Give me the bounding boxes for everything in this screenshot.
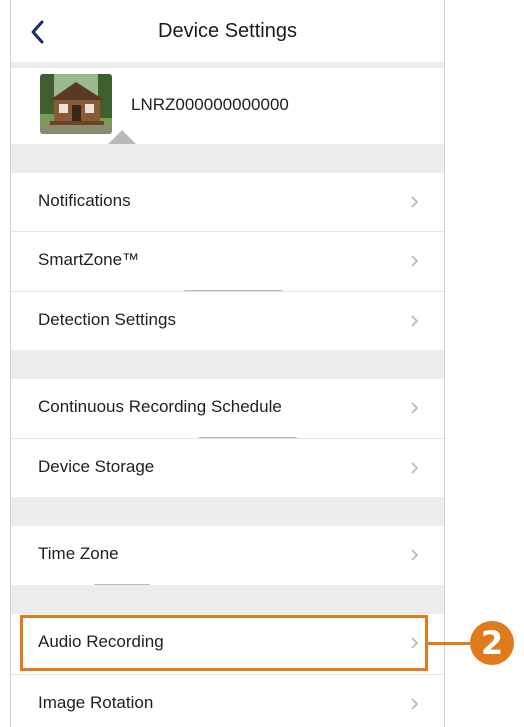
device-item[interactable]: LNRZ000000000000: [11, 68, 444, 613]
menu-item-label: Device Storage: [38, 457, 155, 476]
menu-item-label: Notifications: [38, 191, 131, 210]
section-divider: [11, 144, 444, 173]
menu-item-label: Continuous Recording Schedule: [38, 397, 282, 416]
menu-item-notifications[interactable]: Notifications: [11, 173, 444, 231]
header-bar: Device Settings: [11, 0, 444, 62]
chevron-right-icon: [411, 255, 419, 267]
menu-item-image-rotation[interactable]: Image Rotation: [11, 675, 444, 727]
callout-badge: 2: [470, 621, 514, 665]
page-title: Device Settings: [158, 20, 297, 42]
chevron-right-icon: [411, 549, 419, 561]
menu-item-time-zone[interactable]: Time Zone: [11, 526, 444, 584]
section-divider: [11, 497, 444, 526]
chevron-right-icon: [411, 462, 419, 474]
menu-item-continuous-recording[interactable]: Continuous Recording Schedule: [11, 379, 444, 437]
menu-item-label: Time Zone: [38, 544, 119, 563]
audio-recording-highlight: [20, 615, 428, 671]
menu-item-detection-settings[interactable]: Detection Settings: [11, 292, 444, 350]
menu-item-smartzone[interactable]: SmartZone™: [11, 232, 444, 290]
callout-connector: [428, 642, 470, 645]
menu-item-device-storage[interactable]: Device Storage: [11, 439, 444, 497]
chevron-right-icon: [411, 315, 419, 327]
menu-item-label: SmartZone™: [38, 250, 140, 269]
chevron-right-icon: [411, 402, 419, 414]
chevron-right-icon: [411, 698, 419, 710]
device-name: LNRZ000000000000: [131, 95, 289, 114]
device-thumbnail: [40, 74, 112, 134]
menu-item-label: Image Rotation: [38, 693, 154, 712]
section-divider: [11, 350, 444, 379]
menu-item-label: Detection Settings: [38, 310, 176, 329]
chevron-right-icon: [411, 196, 419, 208]
section-divider: [11, 585, 444, 614]
